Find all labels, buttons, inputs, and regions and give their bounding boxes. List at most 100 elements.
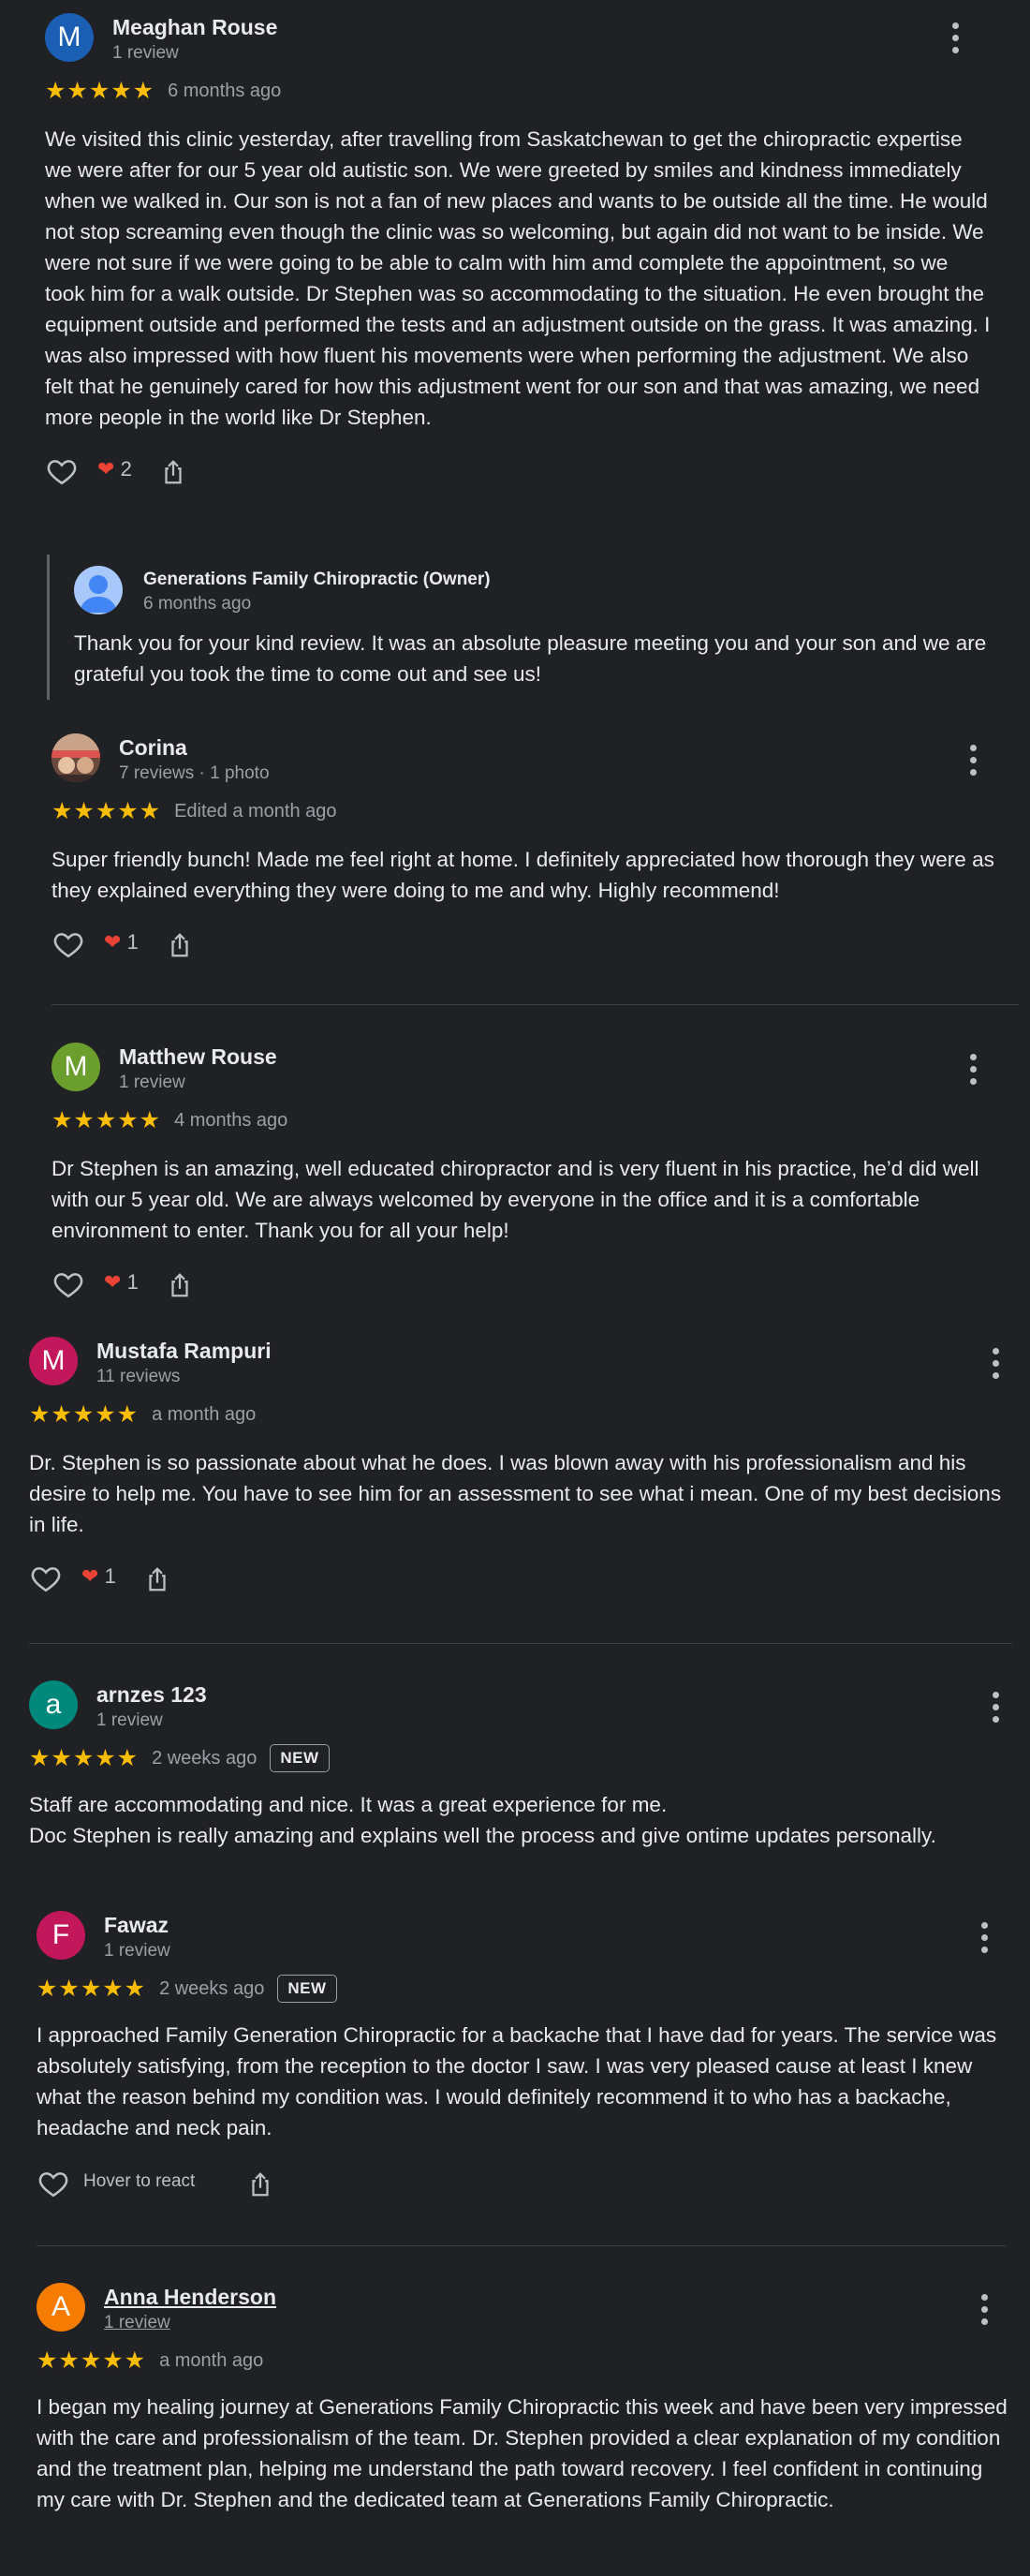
review-card: Corina 7 reviews · 1 photo ★★★★★ Edited … [52,733,997,964]
owner-reply-text: Thank you for your kind review. It was a… [74,631,987,686]
reviewer-stats[interactable]: 7 reviews · 1 photo [119,763,270,784]
review-date: a month ago [152,1403,257,1425]
review-card: M Matthew Rouse 1 review ★★★★★ 4 months … [52,1043,997,1304]
divider [29,1643,1012,1644]
review-card: a arnzes 123 1 review ★★★★★ 2 weeks ago … [29,1680,1012,1851]
red-heart-icon: ❤ [97,457,115,481]
review-text: Dr. Stephen is so passionate about what … [29,1451,1002,1536]
reviewer-stats[interactable]: 1 review [112,43,179,64]
reviewer-name-link[interactable]: Anna Henderson [104,2285,276,2310]
review-header: M Mustafa Rampuri 11 reviews [29,1337,1012,1389]
like-heart-icon[interactable] [52,928,85,960]
more-options-icon[interactable] [962,743,984,780]
review-actions: Hover to react [37,2166,1010,2203]
review-meta: ★★★★★ a month ago [37,2347,1010,2375]
share-icon[interactable] [159,457,187,487]
review-meta: ★★★★★ Edited a month ago [52,797,997,825]
reviewer-stats[interactable]: 1 review [96,1710,163,1731]
new-badge: NEW [270,1744,330,1772]
review-meta: ★★★★★ 2 weeks ago NEW [29,1744,1012,1772]
reviewer-name[interactable]: Corina [119,735,187,761]
avatar[interactable]: M [45,13,94,62]
review-date: a month ago [159,2349,264,2371]
reviewer-name[interactable]: Mustafa Rampuri [96,1339,272,1364]
reaction-count[interactable]: ❤ 2 [97,457,132,481]
reviewer-stats[interactable]: 1 review [104,1941,170,1962]
avatar[interactable]: M [52,1043,100,1091]
more-options-icon[interactable] [984,1690,1007,1727]
review-card: A Anna Henderson 1 review ★★★★★ a month … [37,2283,1010,2515]
review-text: Dr Stephen is an amazing, well educated … [52,1157,979,1242]
review-text: I began my healing journey at Generation… [37,2395,1008,2511]
like-heart-icon[interactable] [37,2168,70,2199]
more-options-icon[interactable] [962,1052,984,1089]
star-rating: ★★★★★ [45,78,155,104]
review-text: I approached Family Generation Chiroprac… [37,2023,997,2139]
review-actions: ❤ 1 [52,926,997,964]
reviewer-stats[interactable]: 1 review [119,1073,185,1093]
review-date: 2 weeks ago [159,1977,265,1999]
review-date: Edited a month ago [174,800,337,822]
red-heart-icon: ❤ [81,1564,99,1588]
avatar[interactable]: a [29,1680,78,1729]
reviewer-name[interactable]: arnzes 123 [96,1682,207,1708]
share-icon[interactable] [246,2169,274,2199]
review-text: We visited this clinic yesterday, after … [45,127,991,429]
review-actions: ❤ 1 [29,1561,1012,1598]
more-options-icon[interactable] [973,2292,995,2330]
review-header: F Fawaz 1 review [37,1911,1010,1963]
divider [37,2245,1006,2246]
star-rating: ★★★★★ [37,2347,147,2374]
star-rating: ★★★★★ [37,1976,147,2002]
review-actions: ❤ 2 [45,453,991,491]
review-meta: ★★★★★ 4 months ago [52,1106,997,1134]
share-icon[interactable] [166,930,194,960]
review-card: M Meaghan Rouse 1 review ★★★★★ 6 months … [45,13,991,491]
avatar[interactable]: F [37,1911,85,1960]
avatar[interactable] [52,733,100,782]
like-heart-icon[interactable] [29,1562,63,1594]
more-options-icon[interactable] [973,1920,995,1958]
owner-reply: Generations Family Chiropractic (Owner) … [47,555,995,700]
review-meta: ★★★★★ 2 weeks ago NEW [37,1975,1010,2003]
review-header: M Meaghan Rouse 1 review [45,13,991,66]
like-heart-icon[interactable] [45,455,79,487]
review-date: 6 months ago [168,80,282,101]
review-actions: ❤ 1 [52,1266,997,1304]
review-date: 4 months ago [174,1109,288,1131]
reviewer-name[interactable]: Fawaz [104,1913,169,1938]
reviewer-stats[interactable]: 11 reviews [96,1367,180,1387]
review-card: M Mustafa Rampuri 11 reviews ★★★★★ a mon… [29,1337,1012,1598]
review-date: 2 weeks ago [152,1747,258,1769]
more-options-icon[interactable] [984,1346,1007,1384]
owner-name: Generations Family Chiropractic (Owner) [143,570,491,589]
reaction-number: 1 [126,930,139,954]
reviewer-name[interactable]: Matthew Rouse [119,1044,277,1070]
reaction-count[interactable]: ❤ 1 [81,1564,116,1589]
red-heart-icon: ❤ [104,930,122,954]
avatar[interactable]: M [29,1337,78,1385]
review-card: F Fawaz 1 review ★★★★★ 2 weeks ago NEW I… [37,1911,1010,2203]
red-heart-icon: ❤ [104,1270,122,1294]
star-rating: ★★★★★ [52,1107,162,1133]
share-icon[interactable] [143,1564,171,1594]
reaction-count[interactable]: ❤ 1 [104,1270,139,1295]
new-badge: NEW [277,1975,337,2003]
like-heart-icon[interactable] [52,1268,85,1300]
avatar[interactable]: A [37,2283,85,2332]
reaction-number: 1 [126,1270,139,1294]
owner-avatar-icon[interactable] [74,566,123,614]
reaction-count[interactable]: ❤ 1 [104,930,139,955]
reviewer-stats-link[interactable]: 1 review [104,2313,170,2333]
owner-reply-date: 6 months ago [143,594,252,614]
hover-to-react-label[interactable]: Hover to react [83,2171,195,2192]
share-icon[interactable] [166,1270,194,1300]
more-options-icon[interactable] [944,21,966,58]
star-rating: ★★★★★ [52,798,162,824]
review-meta: ★★★★★ 6 months ago [45,77,991,105]
reviewer-name[interactable]: Meaghan Rouse [112,15,277,40]
review-meta: ★★★★★ a month ago [29,1400,1012,1429]
star-rating: ★★★★★ [29,1401,140,1428]
review-text: Super friendly bunch! Made me feel right… [52,848,994,902]
divider [52,1004,1019,1005]
